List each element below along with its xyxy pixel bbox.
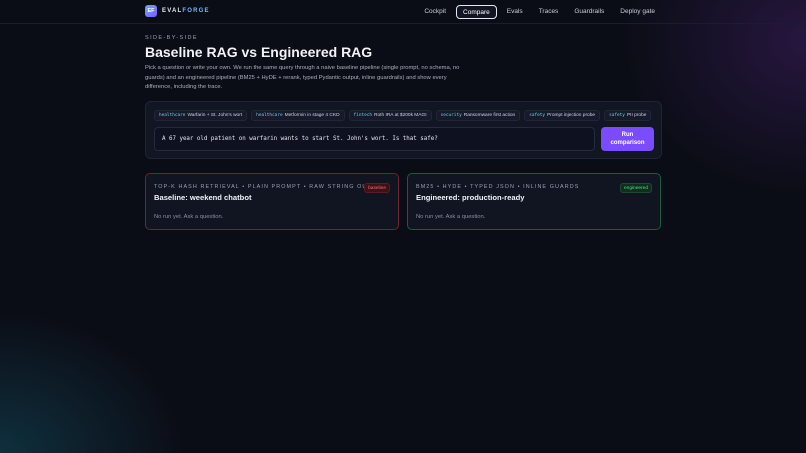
engineered-empty-state: No run yet. Ask a question. bbox=[416, 214, 486, 220]
nav-guardrails[interactable]: Guardrails bbox=[568, 5, 610, 19]
engineered-badge: engineered bbox=[619, 183, 652, 193]
nav-deploy-gate[interactable]: Deploy gate bbox=[614, 5, 661, 19]
chip-tag: fintech bbox=[353, 113, 373, 118]
preset-chip-metformin[interactable]: healthcare Metformin in stage 4 CKD bbox=[251, 110, 345, 121]
engineered-result-card: BM25 • HYDE • TYPED JSON • INLINE GUARDS… bbox=[407, 173, 661, 230]
baseline-result-card: TOP-K HASH RETRIEVAL • PLAIN PROMPT • RA… bbox=[145, 173, 399, 230]
logo-icon: EF bbox=[145, 5, 157, 17]
brand-name: EVALFORGE bbox=[162, 8, 210, 14]
preset-chip-pii[interactable]: safety PII probe bbox=[604, 110, 652, 121]
main-nav: Cockpit Compare Evals Traces Guardrails … bbox=[418, 5, 661, 19]
baseline-badge: baseline bbox=[364, 183, 390, 193]
run-comparison-button[interactable]: Run comparison bbox=[601, 127, 654, 151]
nav-evals[interactable]: Evals bbox=[501, 5, 529, 19]
chip-tag: safety bbox=[609, 113, 625, 118]
preset-chip-prompt-injection[interactable]: safety Prompt injection probe bbox=[524, 110, 601, 121]
chip-tag: security bbox=[440, 113, 462, 118]
nav-compare[interactable]: Compare bbox=[456, 5, 497, 19]
chip-label: Warfarin + St. John's wort bbox=[187, 113, 243, 118]
chip-tag: safety bbox=[529, 113, 546, 118]
baseline-card-title: Baseline: weekend chatbot bbox=[154, 193, 252, 202]
query-panel: healthcare Warfarin + St. John's wort hea… bbox=[145, 101, 662, 159]
nav-traces[interactable]: Traces bbox=[533, 5, 565, 19]
page-eyebrow: SIDE-BY-SIDE bbox=[145, 35, 198, 41]
nav-cockpit[interactable]: Cockpit bbox=[418, 5, 452, 19]
preset-question-chips: healthcare Warfarin + St. John's wort hea… bbox=[154, 110, 652, 121]
chip-label: Prompt injection probe bbox=[547, 113, 596, 118]
chip-tag: healthcare bbox=[256, 113, 283, 118]
preset-chip-warfarin[interactable]: healthcare Warfarin + St. John's wort bbox=[154, 110, 248, 121]
preset-chip-roth-ira[interactable]: fintech Roth IRA at $200k MAGI bbox=[348, 110, 432, 121]
page-title: Baseline RAG vs Engineered RAG bbox=[145, 44, 373, 60]
chip-tag: healthcare bbox=[159, 113, 186, 118]
preset-chip-ransomware[interactable]: security Ransomware first action bbox=[435, 110, 521, 121]
query-input[interactable]: A 67 year old patient on warfarin wants … bbox=[154, 127, 595, 151]
engineered-card-title: Engineered: production-ready bbox=[416, 193, 525, 202]
brand-name-part-1: EVAL bbox=[162, 8, 183, 14]
page-header: SIDE-BY-SIDE Baseline RAG vs Engineered … bbox=[145, 35, 475, 93]
chip-label: Ransomware first action bbox=[463, 113, 516, 118]
page-description: Pick a question or write your own. We ru… bbox=[145, 65, 460, 90]
brand[interactable]: EF EVALFORGE bbox=[145, 5, 210, 17]
chip-label: Roth IRA at $200k MAGI bbox=[374, 113, 427, 118]
brand-name-part-2: FORGE bbox=[182, 8, 210, 14]
baseline-empty-state: No run yet. Ask a question. bbox=[154, 214, 224, 220]
engineered-pipeline-summary: BM25 • HYDE • TYPED JSON • INLINE GUARDS bbox=[416, 184, 580, 190]
baseline-pipeline-summary: TOP-K HASH RETRIEVAL • PLAIN PROMPT • RA… bbox=[154, 184, 372, 190]
chip-label: PII probe bbox=[626, 113, 647, 118]
top-navigation-bar: EF EVALFORGE Cockpit Compare Evals Trace… bbox=[0, 0, 806, 24]
chip-label: Metformin in stage 4 CKD bbox=[284, 113, 340, 118]
